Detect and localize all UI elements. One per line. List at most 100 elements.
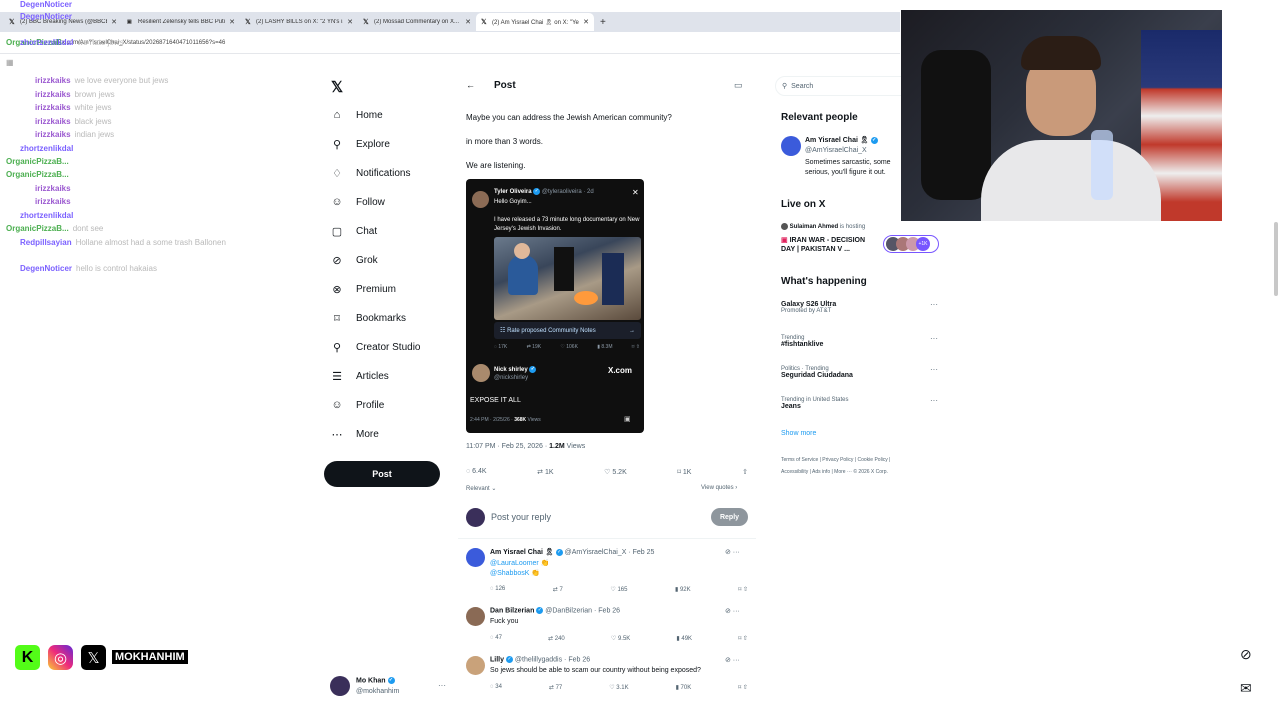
- close-tab-icon[interactable]: ✕: [229, 18, 235, 26]
- close-tab-icon[interactable]: ✕: [347, 18, 353, 26]
- x-icon: 𝕏: [9, 18, 15, 26]
- post-timestamp: 11:07 PM · Feb 25, 2026 · 1.2M Views: [466, 443, 586, 450]
- footer-links[interactable]: Accessibility | Ads info | More ··· © 20…: [781, 469, 888, 475]
- chat-message: zhortzenlikdal: [20, 211, 74, 220]
- avatar: [466, 548, 485, 567]
- post-action-bar: ◌ 6.4K ⇄ 1K ♡ 5.2K ⌑ 1K ⇧: [466, 468, 748, 476]
- sidebar-item-premium[interactable]: ⊗ Premium: [330, 283, 396, 296]
- trend-item[interactable]: Politics · Trending Seguridad Ciudadana: [781, 366, 853, 379]
- chat-message: irizzkaiks brown jews: [35, 90, 115, 99]
- more-icon[interactable]: ···: [930, 300, 938, 309]
- close-tab-icon[interactable]: ✕: [583, 18, 589, 26]
- sidebar-item-profile[interactable]: ☺ Profile: [330, 399, 384, 411]
- chat-message: irizzkaiks: [35, 197, 71, 206]
- browser-tab[interactable]: ▣ Resilient Zelensky tells BBC Puti... ✕: [122, 13, 240, 31]
- page-title: Post: [494, 80, 516, 91]
- verified-icon: ✓: [529, 366, 537, 373]
- scrollbar[interactable]: [1274, 222, 1278, 296]
- browser-tab-active[interactable]: 𝕏 (2) Am Yisrael Chai 🎗 on X: "Ye... ✕: [476, 13, 594, 31]
- footer-links[interactable]: Terms of Service | Privacy Policy | Cook…: [781, 457, 890, 463]
- browser-tab[interactable]: 𝕏 (2) LASHY BILLS on X: "2 YN's i... ✕: [240, 13, 358, 31]
- verified-icon: ✓: [555, 548, 563, 556]
- sidebar-item-chat[interactable]: ▢ Chat: [330, 225, 377, 238]
- webcam-overlay: [901, 10, 1222, 221]
- address-bar[interactable]: x.com/AmYisraelChai_X/status/20268716404…: [0, 32, 900, 54]
- chat-message: DegenNoticer: [20, 12, 73, 21]
- reply-button[interactable]: Reply: [711, 508, 748, 526]
- streamer-hair: [1021, 36, 1101, 70]
- view-quotes-link[interactable]: View quotes ›: [701, 485, 737, 491]
- more-icon[interactable]: ···: [930, 334, 938, 343]
- live-topic[interactable]: ▣ IRAN WAR - DECISION DAY | PAKISTAN V .…: [781, 236, 877, 254]
- more-icon[interactable]: ···: [930, 396, 938, 405]
- avatar: [466, 656, 485, 675]
- browser-tab-bar: 𝕏 (2) BBC Breaking News (@BBCB... ✕ ▣ Resil…: [0, 12, 900, 32]
- sidebar-item-articles[interactable]: ☰ Articles: [330, 370, 389, 383]
- bookmark-action[interactable]: ⌑ 1K: [677, 468, 691, 476]
- reply-item[interactable]: Lilly ✓ @thelillygaddis · Feb 26 ⊘ ··· S…: [466, 656, 751, 696]
- grok-icon[interactable]: ⊘ ···: [725, 656, 740, 664]
- close-icon[interactable]: ✕: [632, 188, 639, 197]
- community-notes-bar[interactable]: ☷ Rate proposed Community Notes →: [494, 322, 641, 339]
- search-input[interactable]: ⚲ Search: [775, 76, 915, 96]
- sort-dropdown[interactable]: Relevant ⌄: [466, 485, 496, 492]
- reply-input[interactable]: Post your reply: [491, 512, 551, 522]
- trend-item[interactable]: Trending #fishtanklive: [781, 335, 823, 348]
- sidebar-item-grok[interactable]: ⊘ Grok: [330, 254, 377, 267]
- embedded-media[interactable]: Tyler Oliveira ✓ @tyleraoliveira · 2d He…: [466, 179, 644, 433]
- avatar[interactable]: [781, 136, 801, 156]
- close-tab-icon[interactable]: ✕: [111, 18, 117, 26]
- account-more-icon[interactable]: ···: [438, 681, 446, 690]
- grok-float-icon[interactable]: ⊘: [1240, 646, 1252, 663]
- post-button[interactable]: Post: [324, 461, 440, 487]
- avatar[interactable]: [330, 676, 350, 696]
- sidebar-toggle-icon[interactable]: ▦: [6, 58, 14, 67]
- live-listeners[interactable]: +1K: [883, 235, 939, 253]
- avatar: [781, 223, 788, 230]
- more-icon[interactable]: ···: [930, 365, 938, 374]
- new-tab-button[interactable]: +: [600, 17, 606, 28]
- sidebar-item-more[interactable]: ⋯ More: [330, 428, 379, 441]
- reply-item[interactable]: Am Yisrael Chai 🎗 ✓ @AmYisraelChai_X · F…: [466, 548, 751, 598]
- premium-icon: ⊗: [332, 284, 342, 296]
- x-logo-icon[interactable]: 𝕏: [331, 78, 343, 96]
- grok-icon[interactable]: ⊘ ···: [725, 548, 740, 556]
- messages-icon[interactable]: ✉: [1240, 680, 1252, 697]
- post-text-line: We are listening.: [466, 161, 526, 170]
- close-tab-icon[interactable]: ✕: [465, 18, 471, 26]
- reply-action[interactable]: ◌ 6.4K: [466, 468, 487, 476]
- reader-mode-icon[interactable]: ▭: [734, 80, 743, 91]
- sidebar-item-explore[interactable]: ⚲ Explore: [330, 138, 390, 151]
- repost-action[interactable]: ⇄ 1K: [537, 468, 553, 476]
- embed-stats: ◌ 17K ⇄ 19K ♡ 106K ▮ 8.3M ⌑ ⇧: [494, 344, 640, 350]
- sidebar-item-bookmarks[interactable]: ⌑ Bookmarks: [330, 312, 406, 325]
- share-icon[interactable]: ⇧: [742, 468, 748, 476]
- sidebar-item-home[interactable]: ⌂ Home: [330, 109, 383, 121]
- bbc-icon: ▣: [127, 18, 132, 25]
- media-icon[interactable]: ▣: [624, 415, 631, 423]
- trend-item[interactable]: Trending in United States Jeans: [781, 397, 848, 410]
- kick-logo-icon: K: [15, 645, 40, 670]
- grok-icon[interactable]: ⊘ ···: [725, 607, 740, 615]
- streamer-handle: MOKHANHIM: [112, 650, 188, 664]
- search-icon: ⚲: [782, 83, 788, 90]
- post-text-line: in more than 3 words.: [466, 137, 543, 146]
- like-action[interactable]: ♡ 5.2K: [604, 468, 627, 476]
- reply-actions: ◌ 126 ⇄ 7 ♡ 165 ▮ 92K ⌑ ⇧: [490, 586, 748, 593]
- sidebar-item-creator-studio[interactable]: ⚲ Creator Studio: [330, 341, 421, 354]
- reply-item[interactable]: Dan Bilzerian ✓ @DanBilzerian · Feb 26 ⊘…: [466, 607, 751, 647]
- chat-message: zhortzenlikdal: [20, 144, 74, 153]
- chat-message: DegenNoticer: [20, 0, 73, 9]
- sidebar-item-notifications[interactable]: ♢ Notifications: [330, 167, 410, 180]
- trend-item[interactable]: Galaxy S26 Ultra Promoted by AT&T: [781, 301, 836, 314]
- chat-message: DegenNoticer hello is control hakaias: [20, 264, 157, 273]
- account-name[interactable]: Mo Khan ✓: [356, 677, 395, 684]
- back-arrow-icon[interactable]: ←: [466, 80, 475, 90]
- article-icon: ☰: [332, 371, 342, 383]
- browser-tab[interactable]: 𝕏 (2) Mossad Commentary on X... ✕: [358, 13, 476, 31]
- verified-icon: ✓: [536, 607, 544, 614]
- sidebar-item-follow[interactable]: ☺ Follow: [330, 196, 385, 208]
- chat-message: Redpillsayian Hollane almost had a some t…: [20, 238, 226, 247]
- show-more-link[interactable]: Show more: [781, 430, 816, 437]
- live-host[interactable]: Sulaiman Ahmed is hosting: [781, 223, 865, 230]
